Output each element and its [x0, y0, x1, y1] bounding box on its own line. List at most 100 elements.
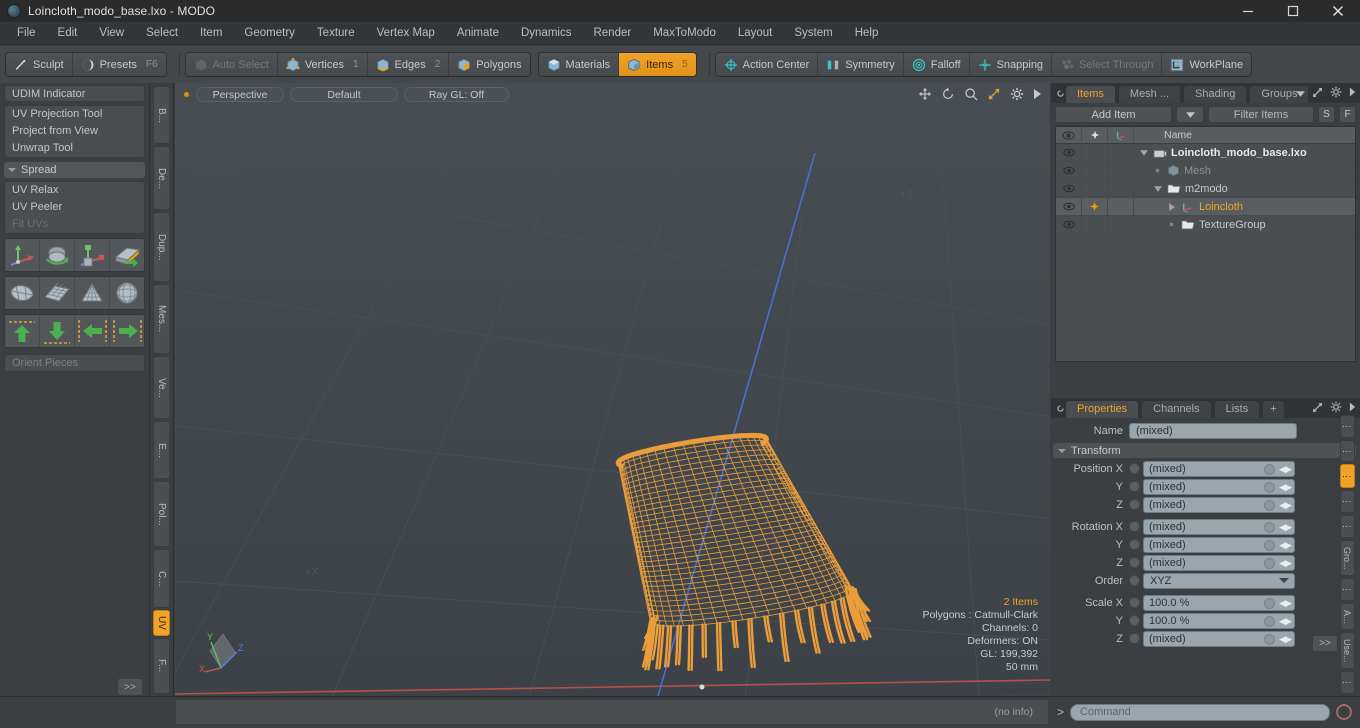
- toolbar-button-workplane[interactable]: WorkPlane: [1162, 53, 1252, 76]
- add-item-button[interactable]: Add Item: [1055, 106, 1172, 123]
- gear-icon[interactable]: [1010, 87, 1024, 104]
- fit-icon[interactable]: [987, 87, 1001, 104]
- right-vtab-5[interactable]: Gro...: [1339, 539, 1355, 577]
- property-dim-handle[interactable]: [1264, 597, 1275, 609]
- left-vtab-dup[interactable]: Dup...: [153, 212, 170, 282]
- filter-items-input[interactable]: Filter Items: [1208, 106, 1314, 123]
- menu-help[interactable]: Help: [844, 22, 890, 45]
- property-dim-handle[interactable]: [1264, 499, 1275, 511]
- left-vtab-pol[interactable]: Pol...: [153, 481, 170, 547]
- property-stepper-arrows[interactable]: ◀▶: [1279, 500, 1292, 511]
- scale-uv-icon[interactable]: [75, 239, 110, 271]
- chevron-right-icon[interactable]: [1349, 402, 1356, 415]
- expand-icon[interactable]: [1312, 87, 1323, 101]
- item-tree-list[interactable]: Name Loincloth_modo_base.lxo Mesh m2modo Lo…: [1055, 126, 1356, 362]
- chevron-down-icon[interactable]: [1296, 88, 1305, 100]
- command-input[interactable]: Command: [1070, 703, 1330, 721]
- item-visibility-toggle[interactable]: [1056, 161, 1082, 180]
- rotate-icon[interactable]: [941, 87, 955, 104]
- viewport-perspective-selector[interactable]: Perspective: [196, 87, 284, 102]
- item-row[interactable]: Loincloth_modo_base.lxo: [1056, 143, 1355, 162]
- uv-unwrap-icon[interactable]: [5, 277, 40, 309]
- menu-vertex-map[interactable]: Vertex Map: [366, 22, 446, 45]
- toolbar-button-sculpt[interactable]: Sculpt: [6, 53, 73, 76]
- chevron-right-icon[interactable]: [1349, 87, 1356, 100]
- tab-lists[interactable]: Lists: [1213, 400, 1261, 418]
- item-row[interactable]: m2modo: [1056, 179, 1355, 198]
- gear-icon[interactable]: [1330, 86, 1342, 101]
- menu-texture[interactable]: Texture: [306, 22, 366, 45]
- item-axis-toggle[interactable]: [1108, 143, 1134, 162]
- left-vtab-f[interactable]: F...: [153, 637, 170, 694]
- add-item-dropdown-button[interactable]: [1176, 106, 1204, 123]
- menu-item[interactable]: Item: [189, 22, 233, 45]
- property-dim-handle[interactable]: [1264, 521, 1275, 533]
- gear-icon[interactable]: [1330, 401, 1342, 416]
- uv-relax-button[interactable]: UV Relax: [5, 182, 144, 199]
- unwrap-tool-button[interactable]: Unwrap Tool: [5, 140, 144, 157]
- transform-section-header[interactable]: Transform: [1053, 443, 1356, 458]
- property-key-toggle[interactable]: [1129, 481, 1140, 492]
- property-input[interactable]: (mixed) ◀▶: [1143, 496, 1295, 513]
- property-key-toggle[interactable]: [1129, 499, 1140, 510]
- chevron-right-icon[interactable]: [1033, 88, 1042, 103]
- right-vtab-8[interactable]: Use...: [1339, 632, 1355, 670]
- align-right-icon[interactable]: [110, 315, 144, 347]
- item-visibility-toggle[interactable]: [1056, 179, 1082, 198]
- menu-system[interactable]: System: [783, 22, 843, 45]
- menu-file[interactable]: File: [6, 22, 47, 45]
- property-dim-handle[interactable]: [1264, 539, 1275, 551]
- left-vtab-ve[interactable]: Ve...: [153, 356, 170, 420]
- 3d-viewport[interactable]: +X +Z Perspective Default Ray GL: Off 2 …: [175, 83, 1050, 696]
- align-up-icon[interactable]: [5, 315, 40, 347]
- property-input[interactable]: (mixed) ◀▶: [1143, 478, 1295, 495]
- menu-geometry[interactable]: Geometry: [233, 22, 306, 45]
- item-axis-toggle[interactable]: [1108, 179, 1134, 198]
- property-input[interactable]: 100.0 % ◀▶: [1143, 594, 1295, 611]
- right-vtab-7[interactable]: A...: [1339, 602, 1355, 631]
- property-dim-handle[interactable]: [1264, 633, 1275, 645]
- expand-icon[interactable]: [1312, 402, 1323, 416]
- maximize-icon[interactable]: [1270, 0, 1315, 22]
- toolbar-button-snapping[interactable]: Snapping: [969, 53, 1053, 76]
- tab-items[interactable]: Items: [1065, 85, 1116, 103]
- menu-select[interactable]: Select: [135, 22, 189, 45]
- property-key-toggle[interactable]: [1129, 575, 1140, 586]
- property-stepper-arrows[interactable]: ◀▶: [1279, 558, 1292, 569]
- flip-uv-icon[interactable]: [110, 239, 144, 271]
- left-vtab-uv[interactable]: UV: [153, 609, 170, 636]
- chevron-down-icon[interactable]: [1152, 185, 1163, 192]
- property-input[interactable]: (mixed) ◀▶: [1143, 554, 1295, 571]
- tab-channels[interactable]: Channels: [1141, 400, 1212, 418]
- item-axis-toggle[interactable]: [1108, 215, 1134, 234]
- right-vtab-4[interactable]: ⋮: [1339, 515, 1355, 538]
- tab-properties[interactable]: Properties: [1065, 400, 1140, 418]
- project-from-view-button[interactable]: Project from View: [5, 123, 144, 140]
- minimize-icon[interactable]: [1225, 0, 1270, 22]
- property-stepper-arrows[interactable]: ◀▶: [1279, 598, 1292, 609]
- property-key-toggle[interactable]: [1129, 615, 1140, 626]
- properties-more-button[interactable]: >>: [1312, 635, 1338, 652]
- chevron-down-icon[interactable]: [1138, 149, 1149, 156]
- left-vtab-de[interactable]: De...: [153, 146, 170, 211]
- item-deform-toggle[interactable]: [1082, 143, 1108, 162]
- property-key-toggle[interactable]: [1129, 597, 1140, 608]
- uv-peeler-button[interactable]: UV Peeler: [5, 199, 144, 216]
- viewport-raygl-toggle[interactable]: Ray GL: Off: [404, 87, 509, 102]
- right-vtab-0[interactable]: ⋮: [1339, 415, 1355, 438]
- left-vtab-e[interactable]: E...: [153, 421, 170, 480]
- property-stepper-arrows[interactable]: ◀▶: [1279, 464, 1292, 475]
- toolbar-button-presets[interactable]: Presets F6: [72, 53, 166, 76]
- property-dim-handle[interactable]: [1264, 481, 1275, 493]
- filter-f-button[interactable]: F: [1339, 106, 1356, 123]
- toolbar-button-materials[interactable]: Materials: [538, 53, 620, 76]
- toolbar-button-items[interactable]: Items 5: [619, 53, 696, 76]
- tab-mesh[interactable]: Mesh ...: [1117, 85, 1182, 103]
- menu-render[interactable]: Render: [582, 22, 642, 45]
- orient-pieces-input[interactable]: Orient Pieces: [4, 354, 145, 372]
- item-row[interactable]: TextureGroup: [1056, 215, 1355, 234]
- right-vtab-2[interactable]: ⋮: [1339, 464, 1355, 489]
- property-dim-handle[interactable]: [1264, 615, 1275, 627]
- property-input[interactable]: 100.0 % ◀▶: [1143, 612, 1295, 629]
- menu-layout[interactable]: Layout: [727, 22, 784, 45]
